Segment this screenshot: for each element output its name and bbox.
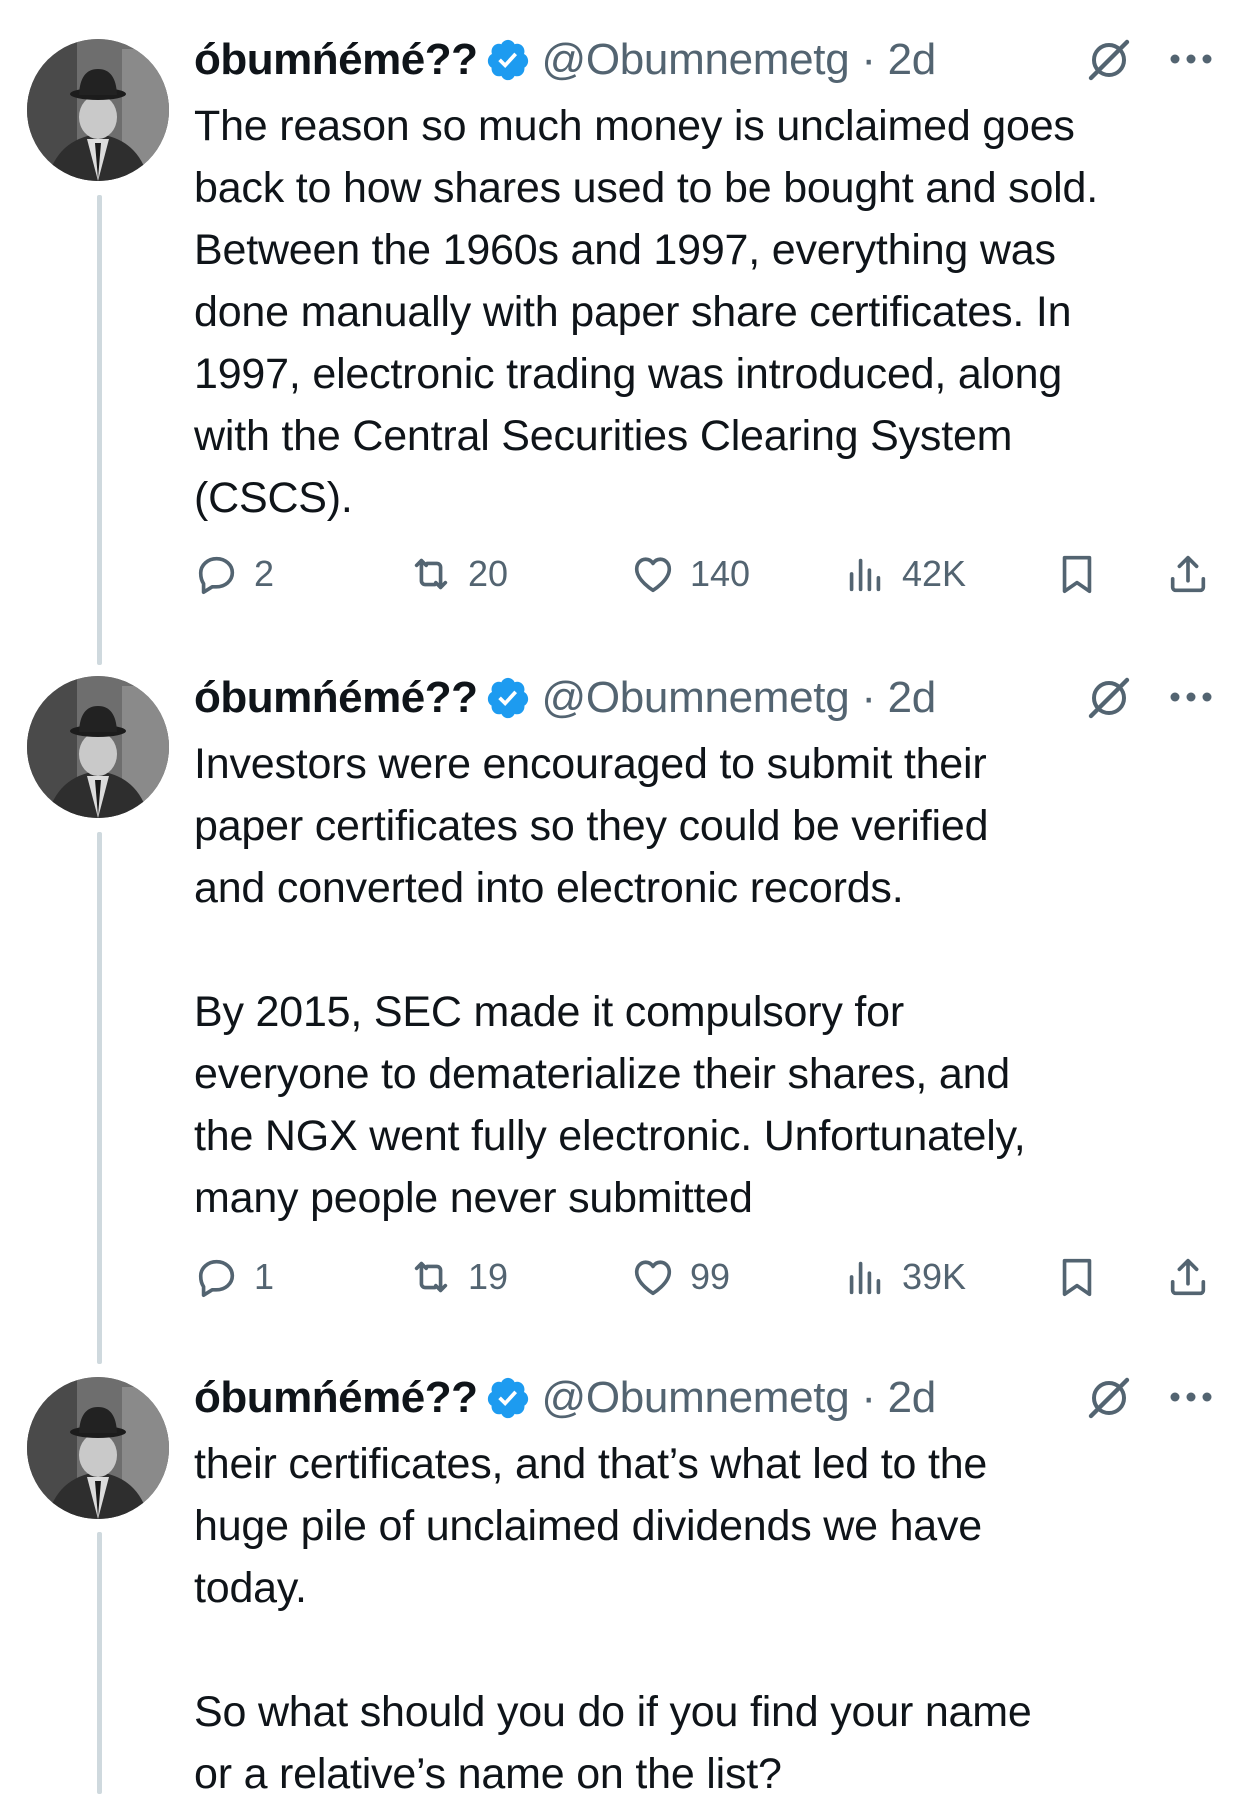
handle-and-time[interactable]: @Obumnemetg · 2d	[541, 1373, 936, 1423]
tweet[interactable]: óbumńémé?? @Obumnemetg · 2d their certif…	[0, 0, 1242, 1798]
verified-badge-icon[interactable]	[485, 1375, 531, 1421]
avatar[interactable]	[27, 1377, 169, 1519]
grok-icon[interactable]	[1085, 1374, 1133, 1422]
tweet-text: their certificates, and that’s what led …	[194, 1440, 1032, 1798]
tweet-header: óbumńémé?? @Obumnemetg · 2d	[194, 1368, 936, 1428]
author-name[interactable]: óbumńémé??	[194, 1373, 478, 1423]
avatar-photo	[27, 1377, 169, 1519]
more-options-icon[interactable]	[1168, 1390, 1214, 1404]
